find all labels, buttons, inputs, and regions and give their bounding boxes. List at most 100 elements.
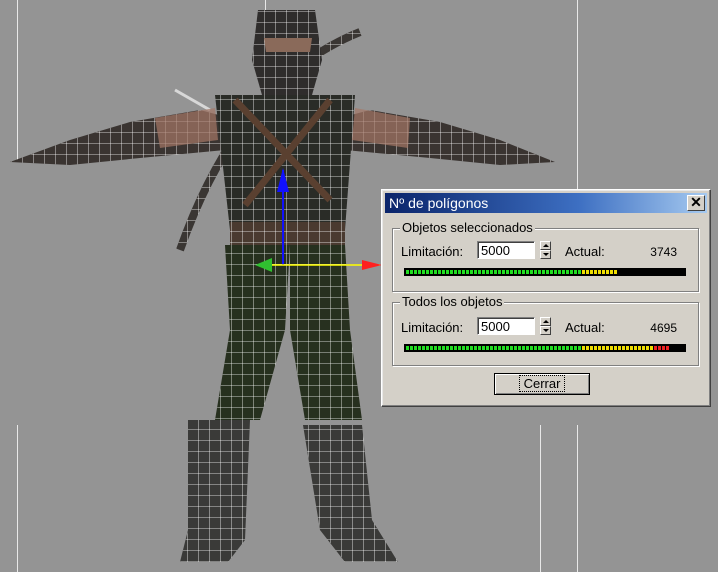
meter-segment [406,346,409,350]
meter-segment [466,346,469,350]
meter-segment [630,346,633,350]
meter-segment [554,346,557,350]
meter-segment [598,270,601,274]
meter-segment [554,270,557,274]
meter-segment [470,270,473,274]
meter-segment [582,346,585,350]
meter-segment [422,346,425,350]
meter-segment [550,270,553,274]
meter-segment [550,346,553,350]
meter-segment [410,346,413,350]
meter-segment [530,346,533,350]
meter-segment [486,270,489,274]
meter-segment [498,346,501,350]
limit-spinner[interactable] [540,241,551,259]
meter-segment [586,346,589,350]
meter-segment [446,346,449,350]
meter-segment [666,346,669,350]
meter-segment [438,346,441,350]
meter-segment [546,270,549,274]
meter-segment [606,346,609,350]
limit-input[interactable]: 5000 [477,241,535,259]
meter-segment [574,270,577,274]
meter-segment [570,270,573,274]
meter-segment [474,270,477,274]
meter-segment [502,270,505,274]
meter-segment [622,346,625,350]
meter-segment [590,346,593,350]
meter-segment [650,346,653,350]
meter-segment [538,346,541,350]
meter-segment [522,270,525,274]
meter-segment [562,270,565,274]
meter-segment [654,346,657,350]
meter-segment [442,346,445,350]
meter-segment [494,346,497,350]
meter-segment [638,346,641,350]
meter-segment [478,346,481,350]
spin-up-icon[interactable] [540,241,551,250]
meter-segment [526,270,529,274]
actual-label: Actual: [565,244,605,259]
spin-down-icon[interactable] [540,326,551,335]
meter-segment [458,270,461,274]
actual-value: 4695 [650,321,677,335]
meter-segment [410,270,413,274]
meter-segment [506,270,509,274]
meter-segment [570,346,573,350]
meter-segment [414,346,417,350]
meter-segment [422,270,425,274]
meter-segment [514,346,517,350]
meter-segment [626,346,629,350]
meter-segment [442,270,445,274]
meter-segment [574,346,577,350]
meter-segment [502,346,505,350]
limit-label: Limitación: [401,320,464,335]
meter-segment [518,270,521,274]
meter-segment [522,346,525,350]
polygon-meter [404,268,686,276]
meter-segment [610,270,613,274]
meter-segment [618,346,621,350]
meter-segment [418,270,421,274]
close-icon[interactable]: ✕ [687,195,705,211]
meter-segment [590,270,593,274]
limit-label: Limitación: [401,244,464,259]
meter-segment [614,270,617,274]
meter-segment [454,270,457,274]
meter-segment [530,270,533,274]
meter-segment [586,270,589,274]
meter-segment [466,270,469,274]
meter-segment [438,270,441,274]
meter-segment [426,346,429,350]
meter-segment [494,270,497,274]
limit-input[interactable]: 5000 [477,317,535,335]
meter-segment [558,346,561,350]
meter-segment [662,346,665,350]
limit-spinner[interactable] [540,317,551,335]
polygon-meter [404,344,686,352]
meter-segment [594,270,597,274]
meter-segment [406,270,409,274]
meter-segment [486,346,489,350]
spin-up-icon[interactable] [540,317,551,326]
spin-down-icon[interactable] [540,250,551,259]
meter-segment [538,270,541,274]
meter-segment [542,346,545,350]
actual-value: 3743 [650,245,677,259]
close-button[interactable]: Cerrar [494,373,590,395]
meter-segment [434,346,437,350]
title-bar[interactable]: Nº de polígonos ✕ [385,193,707,213]
meter-segment [582,270,585,274]
meter-segment [458,346,461,350]
meter-segment [602,270,605,274]
group-title: Todos los objetos [400,294,505,309]
meter-segment [578,346,581,350]
meter-segment [450,270,453,274]
meter-segment [510,346,513,350]
close-button-label: Cerrar [518,375,566,392]
meter-segment [614,346,617,350]
meter-segment [482,346,485,350]
meter-segment [558,270,561,274]
meter-segment [474,346,477,350]
